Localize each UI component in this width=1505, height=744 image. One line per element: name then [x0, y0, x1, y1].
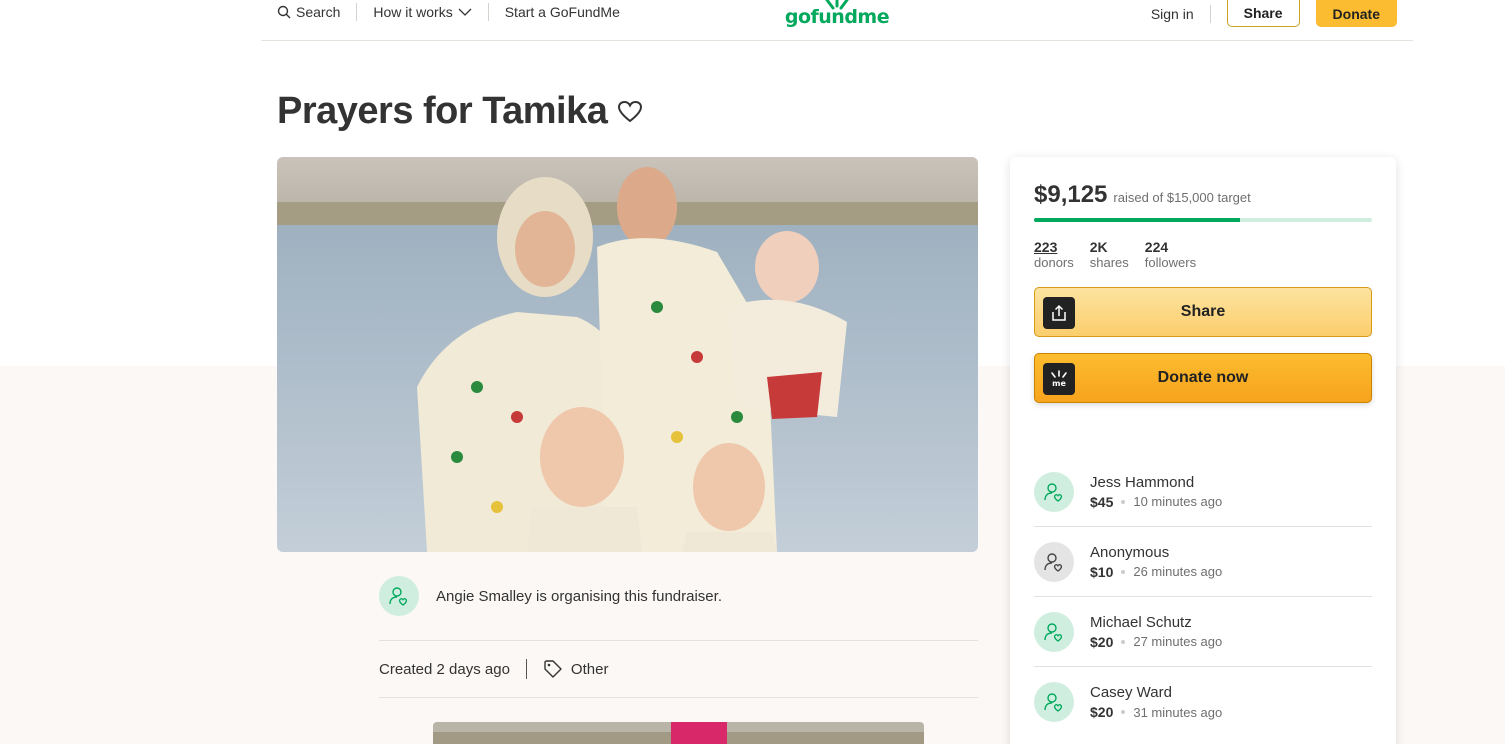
- donation-info: Michael Schutz $20 27 minutes ago: [1090, 614, 1222, 650]
- donor-name: Jess Hammond: [1090, 473, 1195, 491]
- start-gofundme-label: Start a GoFundMe: [504, 4, 620, 20]
- donation-amount: $20: [1090, 633, 1114, 650]
- donation-time: 26 minutes ago: [1133, 564, 1223, 579]
- share-button[interactable]: Share: [1034, 287, 1372, 337]
- share-icon: [1043, 297, 1075, 329]
- donation-details: $20 27 minutes ago: [1090, 634, 1222, 650]
- donation-item: Michael Schutz $20 27 minutes ago: [1034, 597, 1372, 667]
- user-heart-icon: [1044, 552, 1063, 572]
- donor-name: Michael Schutz: [1090, 613, 1192, 631]
- separator-dot: [1121, 639, 1126, 644]
- donation-details: $20 31 minutes ago: [1090, 704, 1222, 720]
- donation-amount: $45: [1090, 493, 1114, 510]
- donation-time: 27 minutes ago: [1133, 634, 1223, 649]
- stat-label: followers: [1144, 255, 1197, 270]
- donate-now-button[interactable]: me Donate now: [1034, 353, 1372, 403]
- search-link[interactable]: Search: [277, 4, 340, 20]
- me-icon-text: me: [1052, 379, 1066, 388]
- donor-avatar: [1034, 611, 1074, 652]
- sign-in-link[interactable]: Sign in: [1151, 6, 1194, 22]
- story-image: [433, 722, 924, 744]
- header-share-button[interactable]: Share: [1226, 0, 1300, 27]
- divider: [379, 640, 978, 641]
- user-heart-icon: [389, 587, 408, 606]
- nav-divider: [356, 3, 358, 21]
- stat-donors[interactable]: 223 donors: [1034, 239, 1074, 271]
- page-title: Prayers for Tamika: [277, 90, 608, 132]
- share-button-label: Share: [1180, 303, 1226, 320]
- donor-name: Anonymous: [1090, 543, 1170, 561]
- header-donate-button[interactable]: Donate: [1315, 0, 1397, 27]
- gofundme-me-icon: me: [1043, 363, 1075, 395]
- donation-sidebar-card: $9,125 raised of $15,000 target 223 dono…: [1010, 157, 1396, 744]
- gofundme-logo[interactable]: gofundme: [783, 0, 891, 28]
- organiser-avatar: [379, 576, 419, 616]
- chevron-down-icon: [458, 8, 472, 16]
- recent-donations-list: Jess Hammond $45 10 minutes ago Anonymou…: [1034, 457, 1372, 737]
- donation-time: 10 minutes ago: [1133, 494, 1223, 509]
- tag-icon: [544, 660, 562, 678]
- user-heart-icon: [1044, 622, 1063, 642]
- story-photo-image: [433, 722, 924, 744]
- donation-item: Casey Ward $20 31 minutes ago: [1034, 667, 1372, 737]
- meta-divider: [525, 659, 527, 679]
- separator-dot: [1121, 569, 1126, 574]
- nav-divider: [1209, 4, 1211, 23]
- user-heart-icon: [1044, 693, 1063, 712]
- stat-followers: 224 followers: [1145, 239, 1196, 271]
- how-it-works-label: How it works: [373, 4, 453, 20]
- donation-amount: $10: [1090, 563, 1114, 580]
- title-row: Prayers for Tamika: [277, 90, 643, 133]
- donate-now-label: Donate now: [1157, 369, 1249, 386]
- nav-divider: [487, 3, 489, 21]
- nav-left: Search How it works Start a GoFundMe: [277, 0, 620, 24]
- created-date: Created 2 days ago: [379, 660, 510, 678]
- donation-amount: $20: [1090, 704, 1114, 720]
- campaign-meta-row: Created 2 days ago Other: [379, 657, 608, 681]
- donation-info: Anonymous $10 26 minutes ago: [1090, 544, 1222, 580]
- progress-bar-fill: [1034, 218, 1240, 222]
- stat-shares: 2K shares: [1090, 239, 1129, 271]
- start-gofundme-link[interactable]: Start a GoFundMe: [505, 4, 620, 20]
- organiser-row: Angie Smalley is organising this fundrai…: [379, 576, 978, 616]
- donor-avatar: [1034, 682, 1074, 722]
- search-icon: [277, 5, 291, 19]
- family-photo-image: [277, 157, 978, 552]
- donation-details: $10 26 minutes ago: [1090, 564, 1222, 580]
- donor-name: Casey Ward: [1090, 684, 1172, 701]
- user-heart-icon: [1044, 482, 1063, 502]
- donor-avatar: [1034, 471, 1074, 512]
- category-label: Other: [570, 660, 609, 678]
- organiser-text: Angie Smalley is organising this fundrai…: [436, 587, 722, 605]
- donation-info: Jess Hammond $45 10 minutes ago: [1090, 474, 1222, 510]
- raised-summary: $9,125 raised of $15,000 target: [1034, 181, 1251, 209]
- nav-right: Sign in Share Donate: [1151, 0, 1397, 27]
- donation-info: Casey Ward $20 31 minutes ago: [1090, 684, 1222, 720]
- top-nav: Search How it works Start a GoFundMe gof…: [261, 0, 1413, 41]
- divider: [379, 697, 978, 698]
- logo-text: gofundme: [784, 6, 890, 28]
- separator-dot: [1121, 499, 1126, 504]
- campaign-hero-image[interactable]: [277, 157, 978, 552]
- stat-number: 223: [1034, 239, 1058, 255]
- donor-avatar: [1034, 541, 1074, 582]
- raised-target: raised of $15,000 target: [1113, 190, 1251, 205]
- donation-item: Anonymous $10 26 minutes ago: [1034, 527, 1372, 597]
- separator-dot: [1121, 710, 1126, 714]
- how-it-works-menu[interactable]: How it works: [373, 4, 472, 20]
- donation-details: $45 10 minutes ago: [1090, 494, 1222, 510]
- donation-item: Jess Hammond $45 10 minutes ago: [1034, 457, 1372, 527]
- donation-time: 31 minutes ago: [1133, 704, 1223, 720]
- search-label: Search: [296, 4, 341, 20]
- category-tag[interactable]: Other: [543, 659, 609, 679]
- stats-row: 223 donors 2K shares 224 followers: [1034, 239, 1196, 271]
- stat-number: 2K: [1089, 239, 1108, 255]
- heart-icon[interactable]: [617, 100, 643, 124]
- stat-label: shares: [1089, 255, 1129, 270]
- raised-amount: $9,125: [1034, 181, 1108, 208]
- progress-bar: [1034, 218, 1372, 222]
- stat-label: donors: [1034, 255, 1074, 270]
- stat-number: 224: [1144, 239, 1169, 255]
